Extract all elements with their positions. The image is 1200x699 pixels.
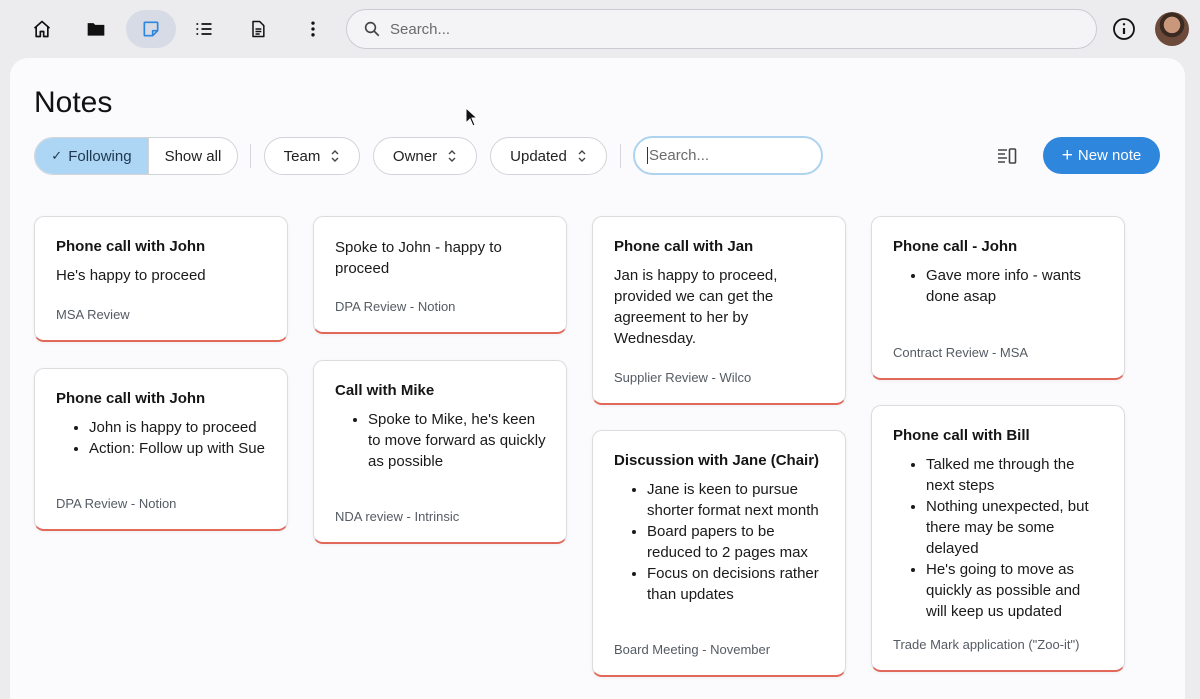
following-label: Following: [68, 147, 132, 165]
new-note-label: New note: [1077, 147, 1142, 164]
note-body: Spoke to John - happy to proceed: [335, 239, 502, 277]
layout-toggle-icon[interactable]: [997, 147, 1017, 165]
show-all-label: Show all: [164, 147, 222, 165]
team-filter[interactable]: Team: [264, 137, 360, 175]
note-card[interactable]: Phone call with John John is happy to pr…: [34, 368, 288, 531]
note-bullet: Action: Follow up with Sue: [89, 438, 267, 459]
global-search-input[interactable]: [390, 20, 1070, 38]
notes-search-input[interactable]: [647, 147, 807, 164]
team-filter-label: Team: [283, 147, 321, 165]
note-title: Call with Mike: [335, 382, 435, 399]
list-icon: [196, 23, 212, 35]
note-body: Jan is happy to proceed, provided we can…: [614, 267, 778, 347]
note-tag: NDA review - Intrinsic: [335, 509, 460, 524]
chevron-updown-icon: [331, 150, 339, 162]
note-bullets: Gave more info - wants done asap: [893, 265, 1104, 307]
note-card[interactable]: Spoke to John - happy to proceed DPA Rev…: [313, 216, 567, 334]
note-body: He's happy to proceed: [56, 267, 206, 284]
home-icon: [33, 20, 51, 38]
document-button[interactable]: [233, 10, 283, 48]
divider: [620, 144, 621, 168]
note-bullet: He's going to move as quickly as possibl…: [926, 559, 1104, 622]
note-bullets: John is happy to proceed Action: Follow …: [56, 417, 267, 459]
note-bullet: Board papers to be reduced to 2 pages ma…: [647, 521, 825, 563]
note-card[interactable]: Phone call - John Gave more info - wants…: [871, 216, 1125, 380]
note-bullets: Jane is keen to pursue shorter format ne…: [614, 479, 825, 605]
home-button[interactable]: [17, 10, 67, 48]
search-icon: [364, 21, 380, 37]
note-card[interactable]: Phone call with Jan Jan is happy to proc…: [592, 216, 846, 405]
more-button[interactable]: [288, 10, 338, 48]
page-title: Notes: [34, 86, 113, 119]
following-option[interactable]: ✓ Following: [35, 138, 148, 174]
note-title: Phone call with John: [56, 238, 206, 255]
note-tag: MSA Review: [56, 307, 130, 322]
note-tag: Contract Review - MSA: [893, 345, 1029, 360]
note-title: Discussion with Jane (Chair): [614, 452, 820, 469]
note-bullet: Spoke to Mike, he's keen to move forward…: [368, 409, 546, 472]
note-bullet: John is happy to proceed: [89, 417, 267, 438]
note-bullet: Gave more info - wants done asap: [926, 265, 1104, 307]
note-title: Phone call with Bill: [893, 427, 1030, 444]
note-title: Phone call - John: [893, 238, 1018, 255]
check-icon: ✓: [51, 148, 63, 163]
note-icon: [143, 21, 159, 37]
more-icon: [311, 21, 315, 37]
note-tag: Board Meeting - November: [614, 642, 771, 657]
note-bullet: Focus on decisions rather than updates: [647, 563, 825, 605]
new-note-button[interactable]: + New note: [1043, 137, 1160, 174]
avatar[interactable]: [1155, 12, 1189, 46]
note-tag: Trade Mark application ("Zoo-it"): [893, 637, 1080, 652]
folder-button[interactable]: [71, 10, 121, 48]
mouse-cursor-icon: [465, 107, 479, 127]
note-card[interactable]: Phone call with Bill Talked me through t…: [871, 405, 1125, 672]
note-tag: Supplier Review - Wilco: [614, 370, 752, 385]
note-title: Phone call with Jan: [614, 238, 754, 255]
owner-filter-label: Owner: [392, 147, 438, 165]
owner-filter[interactable]: Owner: [373, 137, 477, 175]
note-bullet: Nothing unexpected, but there may be som…: [926, 496, 1104, 559]
plus-icon: +: [1061, 145, 1073, 166]
note-card[interactable]: Phone call with John He's happy to proce…: [34, 216, 288, 342]
folder-icon: [87, 23, 105, 36]
chevron-updown-icon: [448, 150, 456, 162]
note-tag: DPA Review - Notion: [335, 299, 456, 314]
note-bullet: Talked me through the next steps: [926, 454, 1104, 496]
notes-panel: Notes ✓ Following Show all Team Owner Up…: [10, 58, 1185, 699]
updated-filter-label: Updated: [510, 147, 567, 165]
note-card[interactable]: Discussion with Jane (Chair) Jane is kee…: [592, 430, 846, 677]
note-bullet: Jane is keen to pursue shorter format ne…: [647, 479, 825, 521]
top-toolbar: [0, 0, 1200, 58]
note-bullets: Spoke to Mike, he's keen to move forward…: [335, 409, 546, 472]
notes-button[interactable]: [126, 10, 176, 48]
note-card[interactable]: Call with Mike Spoke to Mike, he's keen …: [313, 360, 567, 544]
following-toggle: ✓ Following Show all: [34, 137, 238, 175]
show-all-option[interactable]: Show all: [147, 138, 237, 174]
info-icon[interactable]: [1112, 17, 1136, 41]
divider: [250, 144, 251, 168]
notes-search[interactable]: [633, 136, 823, 175]
note-tag: DPA Review - Notion: [56, 496, 177, 511]
note-title: Phone call with John: [56, 390, 206, 407]
note-bullets: Talked me through the next steps Nothing…: [893, 454, 1104, 622]
document-icon: [252, 20, 265, 38]
updated-filter[interactable]: Updated: [490, 137, 607, 175]
global-search[interactable]: [346, 9, 1097, 49]
list-button[interactable]: [179, 10, 229, 48]
chevron-updown-icon: [578, 150, 586, 162]
